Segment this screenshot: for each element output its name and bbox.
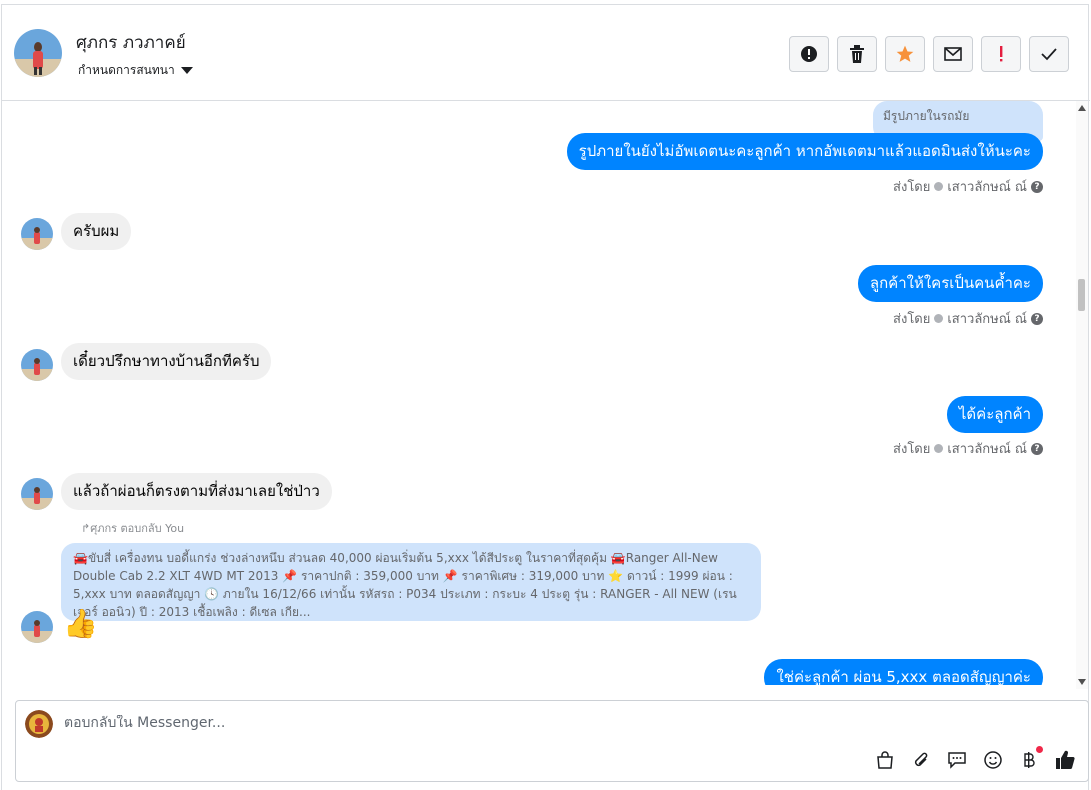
thumbs-up-icon <box>1056 750 1075 770</box>
mark-done-button[interactable] <box>1029 36 1069 72</box>
agent-avatar-icon <box>934 314 944 323</box>
help-icon[interactable]: ? <box>1031 180 1043 193</box>
contact-avatar-small <box>21 611 53 643</box>
exclamation-icon <box>1000 46 1003 62</box>
page-avatar <box>25 710 53 738</box>
shopping-bag-icon <box>877 751 893 769</box>
message-scrollbar[interactable] <box>1076 101 1088 689</box>
agent-name: เสาวลักษณ์ ณ์ <box>947 180 1027 195</box>
star-icon <box>896 45 914 62</box>
sent-by-line: ส่งโดย เสาวลักษณ์ ณ์ ? <box>893 308 1043 329</box>
attach-button[interactable] <box>910 749 932 771</box>
smiley-icon <box>984 751 1002 769</box>
send-like-button[interactable] <box>1054 749 1076 771</box>
shop-button[interactable] <box>874 749 896 771</box>
quoted-message[interactable]: 🚘ขับสี่ เครื่องทน บอดี้แกร่ง ช่วงล่างหนึ… <box>61 543 761 621</box>
message-outgoing[interactable]: ลูกค้าให้ใครเป็นคนค้ำคะ <box>857 265 1043 302</box>
reply-label: ↱ศุภกร ตอบกลับ You <box>81 522 185 535</box>
sent-by-line: ส่งโดย เสาวลักษณ์ ณ์ ? <box>893 438 1043 459</box>
contact-avatar-small <box>21 218 53 250</box>
baht-icon <box>1024 752 1035 768</box>
trash-icon <box>850 45 864 63</box>
message-outgoing[interactable]: ได้ค่ะลูกค้า <box>946 396 1043 433</box>
paperclip-icon <box>914 752 928 767</box>
saved-replies-button[interactable] <box>946 749 968 771</box>
reply-input[interactable] <box>64 715 764 731</box>
sent-by-label: ส่งโดย <box>893 442 931 457</box>
scroll-down-arrow-icon[interactable] <box>1078 679 1086 685</box>
contact-avatar[interactable] <box>14 29 62 77</box>
star-button[interactable] <box>885 36 925 72</box>
envelope-icon <box>944 47 962 61</box>
check-icon <box>1041 48 1057 61</box>
emoji-button[interactable] <box>982 749 1004 771</box>
contact-name[interactable]: ศุภกร ภวภาคย์ <box>76 29 186 56</box>
inbox-panel: ศุภกร ภวภาคย์ กำหนดการสนทนา มีรูปภายในรถ… <box>1 4 1090 790</box>
reply-composer <box>15 700 1089 782</box>
payment-button[interactable] <box>1018 746 1043 771</box>
message-thread[interactable]: มีรูปภายในรถมัย รูปภายในยังไม่อัพเดตนะคะ… <box>2 101 1078 685</box>
assign-label: กำหนดการสนทนา <box>78 63 175 77</box>
composer-tools <box>874 746 1076 771</box>
message-incoming[interactable]: เดี๋ยวปรึกษาทางบ้านอีกทีครับ <box>61 343 272 380</box>
help-icon[interactable]: ? <box>1031 442 1043 455</box>
scroll-thumb[interactable] <box>1078 279 1085 311</box>
conversation-header: ศุภกร ภวภาคย์ กำหนดการสนทนา <box>2 5 1090 101</box>
assign-conversation-dropdown[interactable]: กำหนดการสนทนา <box>78 61 193 80</box>
agent-avatar-icon <box>934 444 944 453</box>
scroll-up-arrow-icon[interactable] <box>1078 105 1086 111</box>
thumbs-up-reaction[interactable]: 👍 <box>63 607 98 640</box>
agent-avatar-icon <box>934 182 944 191</box>
caret-down-icon <box>180 67 193 74</box>
header-actions <box>789 36 1069 72</box>
sent-by-label: ส่งโดย <box>893 312 931 327</box>
chat-bubble-icon <box>948 752 966 769</box>
follow-up-button[interactable] <box>981 36 1021 72</box>
help-icon[interactable]: ? <box>1031 312 1043 325</box>
contact-avatar-small <box>21 478 53 510</box>
message-outgoing[interactable]: ใช่ค่ะลูกค้า ผ่อน 5,xxx ตลอดสัญญาค่ะ <box>764 659 1043 685</box>
mark-spam-button[interactable] <box>789 36 829 72</box>
alert-circle-icon <box>801 46 817 62</box>
sent-by-line: ส่งโดย เสาวลักษณ์ ณ์ ? <box>893 176 1043 197</box>
sent-by-label: ส่งโดย <box>893 180 931 195</box>
message-incoming[interactable]: แล้วถ้าผ่อนก็ตรงตามที่ส่งมาเลยใช่ป่าว <box>61 473 332 510</box>
notification-dot <box>1036 746 1043 753</box>
mark-unread-button[interactable] <box>933 36 973 72</box>
message-outgoing[interactable]: รูปภายในยังไม่อัพเดตนะคะลูกค้า หากอัพเดต… <box>566 133 1043 170</box>
agent-name: เสาวลักษณ์ ณ์ <box>947 442 1027 457</box>
contact-avatar-small <box>21 349 53 381</box>
agent-name: เสาวลักษณ์ ณ์ <box>947 312 1027 327</box>
message-incoming[interactable]: ครับผม <box>61 213 132 250</box>
delete-button[interactable] <box>837 36 877 72</box>
